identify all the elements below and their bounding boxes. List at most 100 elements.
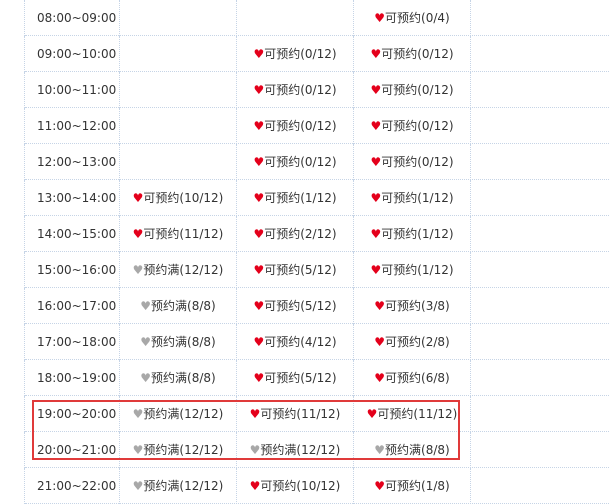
slot-available[interactable]: ♥可预约(0/12): [354, 108, 471, 144]
slot-available[interactable]: ♥可预约(0/12): [354, 72, 471, 108]
schedule-row: 14:00~15:00 ♥可预约(11/12) ♥可预约(2/12) ♥可预约(1/1…: [0, 216, 609, 252]
slot-available[interactable]: ♥可预约(0/12): [237, 108, 354, 144]
slot-available[interactable]: ♥可预约(10/12): [237, 468, 354, 504]
heart-icon-gray: ♥: [132, 263, 144, 277]
schedule-row: 15:00~16:00 ♥预约满(12/12) ♥可预约(5/12) ♥可预约(1/1…: [0, 252, 609, 288]
row-gutter: [0, 144, 25, 180]
slot-available[interactable]: ♥可预约(5/12): [237, 252, 354, 288]
slot-available[interactable]: ♥可预约(1/12): [354, 180, 471, 216]
slot-available[interactable]: ♥可预约(1/8): [354, 468, 471, 504]
slot-available[interactable]: ♥可预约(0/12): [237, 144, 354, 180]
heart-icon-red: ♥: [253, 335, 265, 349]
slot-available[interactable]: ♥可预约(5/12): [237, 288, 354, 324]
slot-text: 可预约(5/12): [264, 299, 337, 313]
slot-available[interactable]: ♥可预约(3/8): [354, 288, 471, 324]
slot-available[interactable]: ♥可预约(2/12): [237, 216, 354, 252]
slot-full: ♥预约满(8/8): [120, 360, 237, 396]
slot-empty: [471, 0, 609, 36]
heart-icon-red: ♥: [370, 155, 382, 169]
row-gutter: [0, 72, 25, 108]
heart-icon-gray: ♥: [140, 335, 152, 349]
heart-icon-gray: ♥: [140, 299, 152, 313]
schedule-row: 17:00~18:00 ♥预约满(8/8) ♥可预约(4/12) ♥可预约(2/8): [0, 324, 609, 360]
heart-icon-gray: ♥: [140, 371, 152, 385]
heart-icon-red: ♥: [370, 227, 382, 241]
slot-empty: [471, 468, 609, 504]
time-label: 13:00~14:00: [25, 180, 120, 216]
slot-text: 可预约(0/12): [381, 155, 454, 169]
slot-text: 可预约(3/8): [385, 299, 450, 313]
slot-text: 可预约(11/12): [143, 227, 224, 241]
heart-icon-red: ♥: [253, 119, 265, 133]
slot-text: 可预约(0/12): [264, 83, 337, 97]
slot-text: 可预约(1/12): [264, 191, 337, 205]
slot-available[interactable]: ♥可预约(0/4): [354, 0, 471, 36]
schedule-row: 09:00~10:00 ♥可预约(0/12) ♥可预约(0/12): [0, 36, 609, 72]
heart-icon-red: ♥: [370, 191, 382, 205]
slot-available[interactable]: ♥可预约(5/12): [237, 360, 354, 396]
heart-icon-red: ♥: [253, 263, 265, 277]
time-label: 18:00~19:00: [25, 360, 120, 396]
time-label: 14:00~15:00: [25, 216, 120, 252]
slot-empty: [471, 432, 609, 468]
slot-available[interactable]: ♥可预约(10/12): [120, 180, 237, 216]
heart-icon-red: ♥: [132, 191, 144, 205]
slot-available[interactable]: ♥可预约(2/8): [354, 324, 471, 360]
slot-empty: [120, 36, 237, 72]
slot-text: 可预约(0/12): [381, 83, 454, 97]
slot-empty: [471, 288, 609, 324]
heart-icon-red: ♥: [253, 227, 265, 241]
heart-icon-red: ♥: [253, 191, 265, 205]
heart-icon-red: ♥: [370, 83, 382, 97]
slot-full: ♥预约满(8/8): [120, 288, 237, 324]
row-gutter: [0, 108, 25, 144]
slot-available[interactable]: ♥可预约(0/12): [237, 36, 354, 72]
slot-text: 可预约(2/12): [264, 227, 337, 241]
slot-text: 可预约(0/4): [385, 11, 450, 25]
heart-icon-red: ♥: [253, 371, 265, 385]
row-gutter: [0, 36, 25, 72]
heart-icon-gray: ♥: [132, 479, 144, 493]
slot-text: 可预约(10/12): [260, 479, 341, 493]
time-label: 11:00~12:00: [25, 108, 120, 144]
heart-icon-red: ♥: [132, 227, 144, 241]
row-gutter: [0, 288, 25, 324]
slot-empty: [471, 108, 609, 144]
schedule-row: 13:00~14:00 ♥可预约(10/12) ♥可预约(1/12) ♥可预约(1/1…: [0, 180, 609, 216]
schedule-row: 11:00~12:00 ♥可预约(0/12) ♥可预约(0/12): [0, 108, 609, 144]
time-label: 15:00~16:00: [25, 252, 120, 288]
heart-icon-red: ♥: [374, 371, 386, 385]
slot-full: ♥预约满(12/12): [120, 252, 237, 288]
slot-available[interactable]: ♥可预约(11/12): [120, 216, 237, 252]
schedule-row: 10:00~11:00 ♥可预约(0/12) ♥可预约(0/12): [0, 72, 609, 108]
heart-icon-red: ♥: [249, 479, 261, 493]
slot-empty: [471, 144, 609, 180]
time-label: 10:00~11:00: [25, 72, 120, 108]
slot-available[interactable]: ♥可预约(6/8): [354, 360, 471, 396]
time-label: 17:00~18:00: [25, 324, 120, 360]
row-gutter: [0, 396, 25, 432]
heart-icon-red: ♥: [253, 155, 265, 169]
row-gutter: [0, 216, 25, 252]
heart-icon-red: ♥: [253, 299, 265, 313]
slot-available[interactable]: ♥可预约(0/12): [354, 144, 471, 180]
highlight-box: [32, 400, 460, 460]
slot-text: 可预约(1/12): [381, 191, 454, 205]
slot-text: 可预约(1/12): [381, 227, 454, 241]
slot-available[interactable]: ♥可预约(4/12): [237, 324, 354, 360]
slot-available[interactable]: ♥可预约(1/12): [354, 252, 471, 288]
schedule-row: 08:00~09:00 ♥可预约(0/4): [0, 0, 609, 36]
time-label: 09:00~10:00: [25, 36, 120, 72]
slot-available[interactable]: ♥可预约(0/12): [354, 36, 471, 72]
row-gutter: [0, 360, 25, 396]
slot-text: 可预约(0/12): [264, 47, 337, 61]
slot-available[interactable]: ♥可预约(1/12): [354, 216, 471, 252]
slot-available[interactable]: ♥可预约(0/12): [237, 72, 354, 108]
heart-icon-red: ♥: [253, 83, 265, 97]
slot-empty: [471, 360, 609, 396]
slot-empty: [471, 216, 609, 252]
schedule-row: 16:00~17:00 ♥预约满(8/8) ♥可预约(5/12) ♥可预约(3/8): [0, 288, 609, 324]
slot-available[interactable]: ♥可预约(1/12): [237, 180, 354, 216]
schedule-row: 12:00~13:00 ♥可预约(0/12) ♥可预约(0/12): [0, 144, 609, 180]
slot-empty: [471, 72, 609, 108]
